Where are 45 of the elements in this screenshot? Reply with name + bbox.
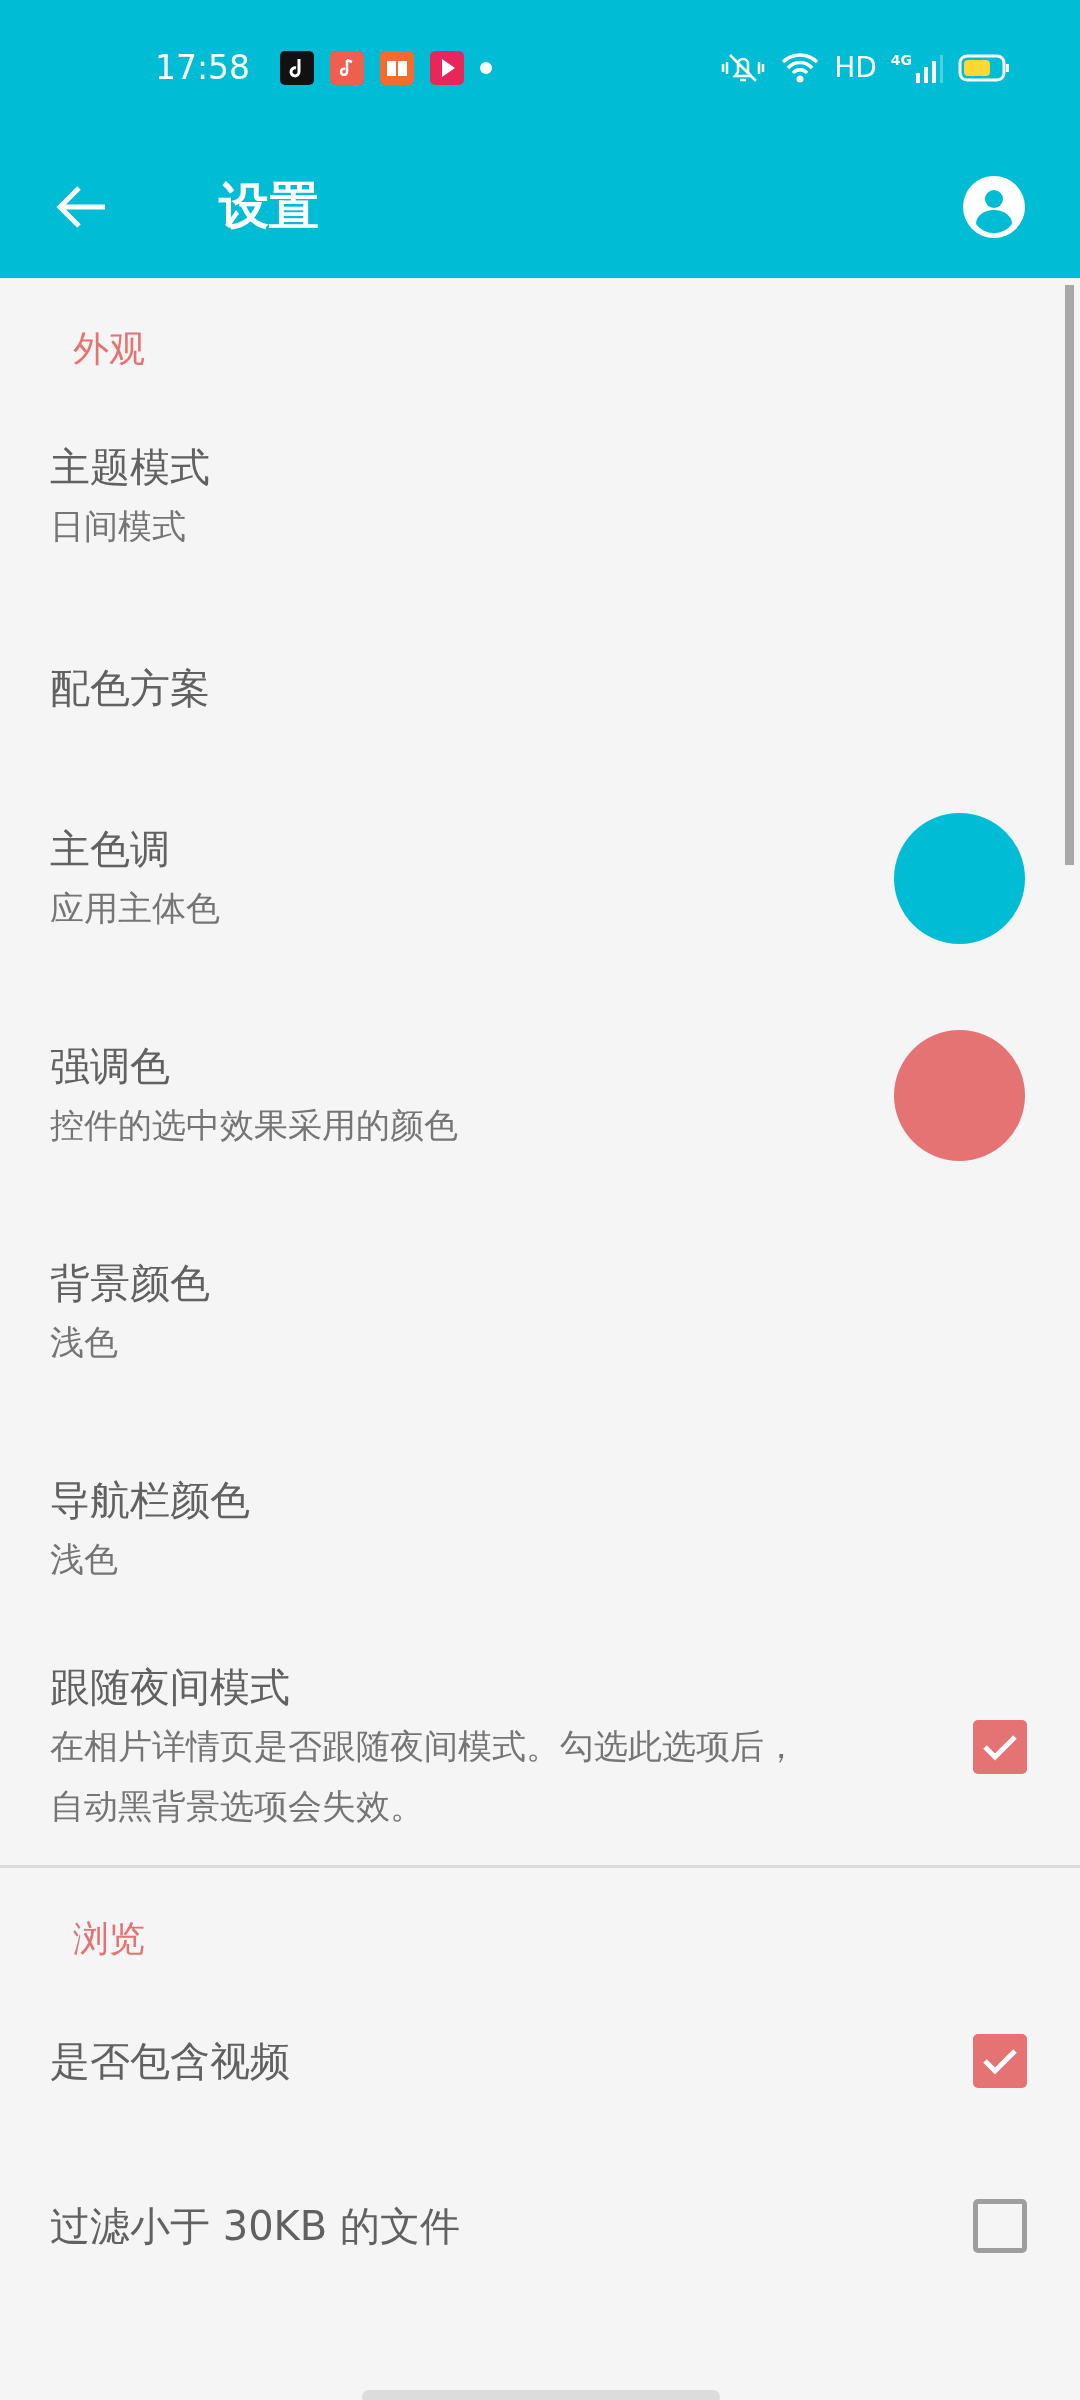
setting-subtitle: 控件的选中效果采用的颜色 [50, 1103, 458, 1147]
setting-subtitle: 浅色 [50, 1320, 119, 1364]
status-time: 17:58 [155, 46, 251, 89]
setting-subtitle: 在相片详情页是否跟随夜间模式。勾选此选项后，自动黑背景选项会失效。 [50, 1724, 799, 1828]
setting-title: 主题模式 [50, 442, 210, 492]
setting-title: 导航栏颜色 [50, 1475, 250, 1525]
setting-title: 跟随夜间模式 [50, 1662, 291, 1712]
music-app-icon [330, 50, 365, 85]
wifi-icon [780, 51, 821, 84]
setting-subtitle: 浅色 [50, 1537, 119, 1581]
setting-title: 是否包含视频 [50, 2036, 290, 2086]
network-label: 4G [890, 52, 912, 67]
hd-label: HD [834, 49, 877, 86]
settings-row[interactable]: 主色调 应用主体色 [0, 770, 1080, 987]
setting-title: 主色调 [50, 824, 171, 874]
settings-row[interactable]: 跟随夜间模式 在相片详情页是否跟随夜间模式。勾选此选项后，自动黑背景选项会失效。 [0, 1638, 1080, 1855]
checkbox[interactable] [973, 2198, 1027, 2253]
setting-subtitle: 日间模式 [50, 504, 187, 548]
setting-title: 配色方案 [50, 663, 210, 713]
setting-title: 过滤小于 30KB 的文件 [50, 2201, 460, 2251]
settings-row[interactable]: 背景颜色 浅色 [0, 1204, 1080, 1421]
checkbox[interactable] [973, 2033, 1027, 2088]
dot-icon [480, 61, 493, 74]
section-header: 外观 [73, 327, 145, 371]
account-icon[interactable] [963, 175, 1025, 238]
setting-subtitle: 应用主体色 [50, 886, 220, 930]
video-app-icon [430, 50, 465, 85]
battery-icon [958, 53, 1010, 82]
settings-row[interactable]: 导航栏颜色 浅色 [0, 1421, 1080, 1638]
settings-row[interactable]: 是否包含视频 [0, 1978, 1080, 2143]
checkbox[interactable] [973, 1719, 1027, 1774]
settings-row[interactable]: 主题模式 日间模式 [0, 388, 1080, 605]
setting-title: 强调色 [50, 1041, 171, 1091]
setting-title: 背景颜色 [50, 1258, 210, 1308]
back-arrow-icon[interactable] [55, 184, 107, 229]
book-app-icon [380, 50, 415, 85]
settings-row[interactable]: 过滤小于 30KB 的文件 [0, 2143, 1080, 2308]
signal-icon [914, 52, 944, 83]
checkmark-icon [982, 2046, 1018, 2075]
settings-row[interactable]: 强调色 控件的选中效果采用的颜色 [0, 987, 1080, 1204]
app-bar-title: 设置 [219, 176, 319, 237]
section-header: 浏览 [73, 1917, 145, 1961]
settings-row[interactable]: 配色方案 [0, 605, 1080, 770]
note-app-icon [280, 50, 315, 85]
checkmark-icon [982, 1732, 1018, 1761]
